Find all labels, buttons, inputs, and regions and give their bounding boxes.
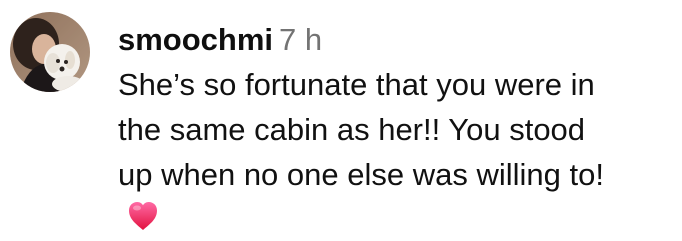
comment-content: smoochmi 7 h She’s so fortunate that you …	[118, 18, 678, 197]
comment-text: She’s so fortunate that you were in the …	[118, 67, 604, 192]
comment-item: smoochmi 7 h She’s so fortunate that you …	[0, 0, 682, 241]
heart-emoji-icon	[126, 199, 160, 233]
timestamp[interactable]: 7 h	[279, 22, 322, 57]
avatar[interactable]	[10, 12, 90, 92]
username[interactable]: smoochmi	[118, 22, 273, 57]
comment-header: smoochmi 7 h	[118, 18, 678, 62]
profile-photo-icon	[10, 12, 90, 92]
